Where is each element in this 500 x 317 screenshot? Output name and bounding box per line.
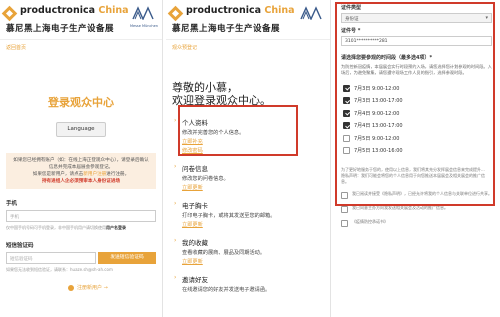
menu-item-invite: › 邀请好友 在线邀请您的好友并发送电子邀请函。 — [174, 274, 271, 293]
header: productronica China 慕尼黑上海电子生产设备展 Messe M… — [0, 0, 162, 40]
arrow-right-icon: › — [174, 274, 177, 281]
username-login-link[interactable]: 用户名登录 — [106, 225, 126, 230]
brand-chinese-name: 慕尼黑上海电子生产设备展 — [172, 24, 281, 34]
update-badge-link[interactable]: 立即更新 — [182, 221, 275, 228]
brand-name: productronica China — [186, 5, 295, 16]
arrow-right-icon — [68, 284, 74, 291]
arrow-right-icon: › — [174, 163, 177, 170]
arrow-right-icon: › — [174, 237, 177, 244]
register-new-user-link[interactable]: 注册新用户 → — [68, 284, 162, 291]
update-favorites-link[interactable]: 立即更新 — [182, 258, 265, 265]
login-panel: productronica China 慕尼黑上海电子生产设备展 Messe M… — [0, 0, 163, 317]
send-sms-code-button[interactable]: 发送短信验证码 — [98, 251, 156, 264]
menu-item-badge: › 电子胸卡 打印电子胸卡，或将其发送至您的邮箱。 立即更新 — [174, 200, 276, 228]
sms-code-label: 短信验证码 — [6, 242, 34, 249]
arrow-right-icon: › — [174, 200, 177, 207]
menu-item-favorites: › 我的收藏 查看收藏的展商、展品及同期活动。 立即更新 — [174, 237, 266, 265]
profile-highlight-box — [178, 105, 298, 156]
header: productronica China 慕尼黑上海电子生产设备展 — [166, 0, 330, 40]
visit-time-highlight-box — [335, 2, 495, 206]
brand-chinese-name: 慕尼黑上海电子生产设备展 — [6, 24, 115, 34]
checkbox-empty-icon[interactable] — [341, 206, 348, 213]
preregistration-link[interactable]: 观众预登记 — [166, 40, 330, 51]
visitor-center-panel: productronica China 慕尼黑上海电子生产设备展 观众预登记 尊… — [166, 0, 331, 317]
messe-muenchen-logo-icon — [300, 6, 322, 20]
phone-hint: 仅中国手机号码可手机登录，非中国手机用户请切换使用用户名登录 — [6, 225, 126, 230]
brand-name: productronica China — [20, 5, 129, 16]
pledge-link[interactable]: 《疫情防控承诺书》 — [352, 219, 388, 227]
sms-code-input[interactable]: 短信验证码 — [6, 251, 96, 264]
language-button[interactable]: Language — [56, 122, 106, 137]
greeting: 尊敬的小慕， 欢迎登录观众中心。 — [172, 81, 271, 107]
phone-input[interactable]: 手机 — [6, 210, 156, 222]
phone-label: 手机 — [6, 201, 18, 207]
pledge-consent[interactable]: 《疫情防控承诺书》 — [341, 219, 492, 227]
page-title: 登录观众中心 — [48, 96, 114, 109]
update-questionnaire-link[interactable]: 立即更新 — [182, 184, 229, 191]
back-home-link[interactable]: 返回首页 — [0, 40, 162, 51]
marketing-consent[interactable]: 我已同意主办方向我发送相关展会及活动的推广信息。 — [341, 205, 492, 213]
messe-muenchen-logo-icon — [132, 6, 154, 20]
notice-register-link[interactable]: 新用户注册 — [83, 172, 106, 177]
checkbox-empty-icon[interactable] — [341, 220, 348, 227]
partner-caption: Messe München — [129, 24, 158, 28]
sms-code-hint: 如果您无法收到短信验证，请联系：huaze.sh@sh-ah.com — [6, 266, 113, 272]
diamond-logo-icon — [167, 5, 184, 22]
sms-code-row: 短信验证码 发送短信验证码 — [6, 251, 156, 264]
diamond-logo-icon — [1, 5, 18, 22]
menu-item-questionnaire: › 问卷信息 修改您的问卷信息。 立即更新 — [174, 163, 229, 191]
login-notice: 如果您已经拥有账户（如：在线上海正登观众中心），请登录后确认信息并完成本届展会参… — [6, 153, 156, 189]
